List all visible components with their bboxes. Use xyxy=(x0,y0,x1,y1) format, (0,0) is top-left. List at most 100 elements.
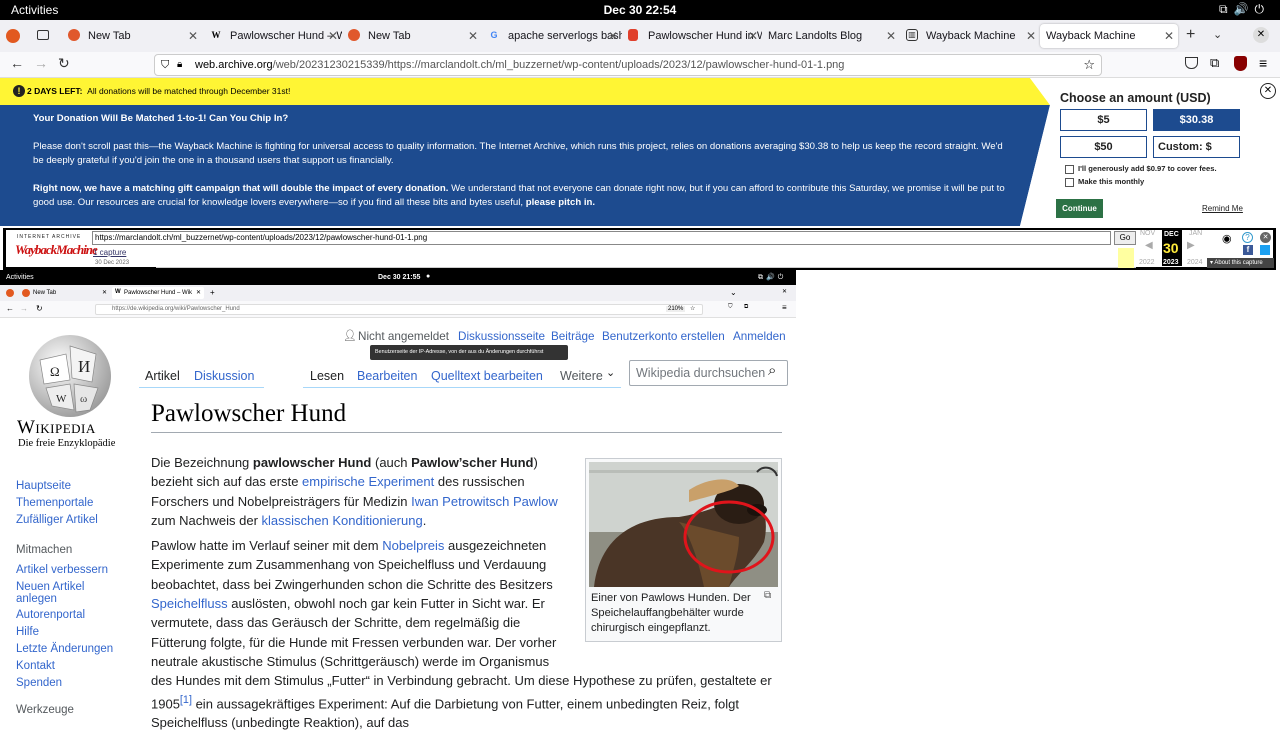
captures-link[interactable]: 1 capture xyxy=(93,248,126,257)
svg-text:И: И xyxy=(78,357,90,376)
custom-amount-field[interactable]: Custom: $ xyxy=(1153,136,1240,158)
next-month-label[interactable]: JAN xyxy=(1189,230,1202,237)
sidebar-heading: Werkzeuge xyxy=(16,704,74,716)
alert-icon: ! xyxy=(13,85,25,97)
tab-edit-source[interactable]: Quelltext bearbeiten xyxy=(431,369,543,383)
search-icon[interactable]: ⌕ xyxy=(768,362,776,379)
account-icon[interactable]: ◉ xyxy=(1222,232,1232,245)
new-tab-icon[interactable]: + xyxy=(1186,26,1195,44)
extensions-icon[interactable]: ⧉ xyxy=(1210,55,1219,71)
window-close-icon[interactable]: ✕ xyxy=(1253,27,1269,43)
link-nobel-prize[interactable]: Nobelpreis xyxy=(382,538,444,553)
prev-year-label[interactable]: 2022 xyxy=(1139,259,1155,266)
firefox-view-icon[interactable] xyxy=(6,29,20,43)
current-year-label: 2023 xyxy=(1163,259,1179,266)
login-link[interactable]: Anmelden xyxy=(733,330,786,343)
close-tab-icon[interactable]: ✕ xyxy=(1164,29,1174,43)
wikipedia-wordmark[interactable]: Wikipedia xyxy=(17,417,96,439)
close-toolbar-icon[interactable]: ✕ xyxy=(1260,232,1271,243)
create-account-link[interactable]: Benutzerkonto erstellen xyxy=(602,330,725,343)
browser-tab[interactable]: Marc Landolts Blog ✕ xyxy=(760,24,900,48)
browser-tab[interactable]: New Tab ✕ xyxy=(342,24,482,48)
timeline-sparkline[interactable] xyxy=(156,248,1136,268)
browser-tab[interactable]: Pawlowscher Hund in W ✕ xyxy=(622,24,762,48)
close-tab-icon[interactable]: ✕ xyxy=(468,29,478,43)
amount-30-38-button[interactable]: $30.38 xyxy=(1153,109,1240,131)
close-tab-icon[interactable]: ✕ xyxy=(188,29,198,43)
system-tray[interactable]: ⧉🔊⏻ xyxy=(1219,2,1270,17)
close-tab-icon[interactable]: ✕ xyxy=(748,29,758,43)
wayback-logo[interactable]: WaybackMachine xyxy=(15,242,98,258)
monthly-checkbox[interactable] xyxy=(1065,178,1074,187)
sidebar-link[interactable]: Autorenportal xyxy=(16,609,113,626)
fee-checkbox[interactable] xyxy=(1065,165,1074,174)
tab-overflow-chevron-icon[interactable]: ⌄ xyxy=(1213,28,1222,41)
wayback-go-button[interactable]: Go xyxy=(1114,231,1136,245)
twitter-icon[interactable] xyxy=(1260,245,1270,255)
tab-article[interactable]: Artikel xyxy=(145,369,180,383)
sidebar-link[interactable]: Kontakt xyxy=(16,660,113,677)
link-pawlow[interactable]: Iwan Petrowitsch Pawlow xyxy=(411,494,558,509)
close-tab-icon[interactable]: ✕ xyxy=(1026,29,1036,43)
forward-icon[interactable]: → xyxy=(34,55,48,71)
browser-tab[interactable]: Gapache serverlogs bash ✕ xyxy=(482,24,622,48)
close-tab-icon[interactable]: ✕ xyxy=(608,29,618,43)
continue-button[interactable]: Continue xyxy=(1056,199,1103,218)
sidebar-link[interactable]: Hauptseite xyxy=(16,480,113,497)
list-tabs-icon[interactable] xyxy=(37,30,49,40)
browser-tab[interactable]: New Tab ✕ xyxy=(62,24,202,48)
current-day-label: 30 xyxy=(1163,240,1179,256)
sidebar-link[interactable]: Letzte Änderungen xyxy=(16,643,113,660)
contributions-link[interactable]: Beiträge xyxy=(551,330,595,343)
prev-arrow-icon[interactable]: ◀ xyxy=(1145,240,1153,251)
bookmark-star-icon[interactable]: ☆ xyxy=(1083,55,1095,75)
close-banner-icon[interactable]: ✕ xyxy=(1260,83,1276,99)
network-icon: ⧉ xyxy=(1218,2,1234,16)
shield-icon[interactable]: ⛉ xyxy=(161,55,169,75)
pocket-icon[interactable] xyxy=(1185,57,1198,69)
system-clock[interactable]: Dec 30 22:54 xyxy=(0,3,1280,17)
sidebar-link[interactable]: Artikel verbessern xyxy=(16,564,113,581)
close-tab-icon[interactable]: ✕ xyxy=(328,29,338,43)
facebook-icon[interactable]: f xyxy=(1243,245,1253,255)
next-arrow-icon[interactable]: ▶ xyxy=(1187,240,1195,251)
ublock-icon[interactable] xyxy=(1234,56,1247,71)
power-icon: ⏻ xyxy=(1254,2,1270,16)
archive-icon: ▥ xyxy=(906,29,918,41)
tab-read[interactable]: Lesen xyxy=(310,369,344,383)
sidebar-link[interactable]: Spenden xyxy=(16,677,113,694)
sidebar-link[interactable]: Themenportale xyxy=(16,497,113,514)
tab-more[interactable]: Weitere xyxy=(560,369,603,383)
browser-tab-active[interactable]: Wayback Machine ✕ xyxy=(1040,24,1178,48)
reference-1[interactable]: [1] xyxy=(180,694,192,706)
remind-me-link[interactable]: Remind Me xyxy=(1202,204,1243,213)
wikipedia-globe-logo[interactable]: Ω И W ω xyxy=(26,332,114,420)
link-classical-conditioning[interactable]: klassischen Konditionierung xyxy=(262,513,423,528)
amount-50-button[interactable]: $50 xyxy=(1060,136,1147,158)
sidebar-link[interactable]: Neuen Artikel anlegen xyxy=(16,581,106,609)
lock-icon[interactable]: 🔒︎ xyxy=(177,55,182,75)
url-bar[interactable]: ⛉ 🔒︎ web.archive.org/web/20231230215339/… xyxy=(154,54,1102,76)
search-input[interactable]: Wikipedia durchsuchen ⌕ xyxy=(629,360,788,386)
close-tab-icon[interactable]: ✕ xyxy=(886,29,896,43)
tab-discussion[interactable]: Diskussion xyxy=(194,369,254,383)
about-capture-button[interactable]: ▾ About this capture xyxy=(1207,258,1274,268)
help-icon[interactable]: ? xyxy=(1242,232,1253,243)
prev-month-label[interactable]: NOV xyxy=(1140,230,1155,237)
browser-tab[interactable]: ▥ Wayback Machine ✕ xyxy=(900,24,1040,48)
sidebar-link[interactable]: Hilfe xyxy=(16,626,113,643)
back-icon[interactable]: ← xyxy=(10,55,24,71)
menu-icon[interactable]: ≡ xyxy=(1259,55,1267,71)
link-empirical-experiment[interactable]: empirische Experiment xyxy=(302,474,434,489)
talk-page-link[interactable]: Diskussionsseite xyxy=(458,330,545,343)
amount-5-button[interactable]: $5 xyxy=(1060,109,1147,131)
link-salivation[interactable]: Speichelfluss xyxy=(151,596,228,611)
reload-icon[interactable]: ↻ xyxy=(58,55,70,72)
next-year-label[interactable]: 2024 xyxy=(1187,259,1203,266)
wayback-url-field[interactable]: https://marclandolt.ch/ml_buzzernet/wp-c… xyxy=(92,231,1111,245)
svg-text:W: W xyxy=(56,393,67,405)
user-icon: 👤︎ xyxy=(343,330,357,342)
browser-tab[interactable]: WPawlowscher Hund – Wikipedia✕ xyxy=(204,24,343,48)
tab-edit[interactable]: Bearbeiten xyxy=(357,369,417,383)
sidebar-link[interactable]: Zufälliger Artikel xyxy=(16,514,113,531)
